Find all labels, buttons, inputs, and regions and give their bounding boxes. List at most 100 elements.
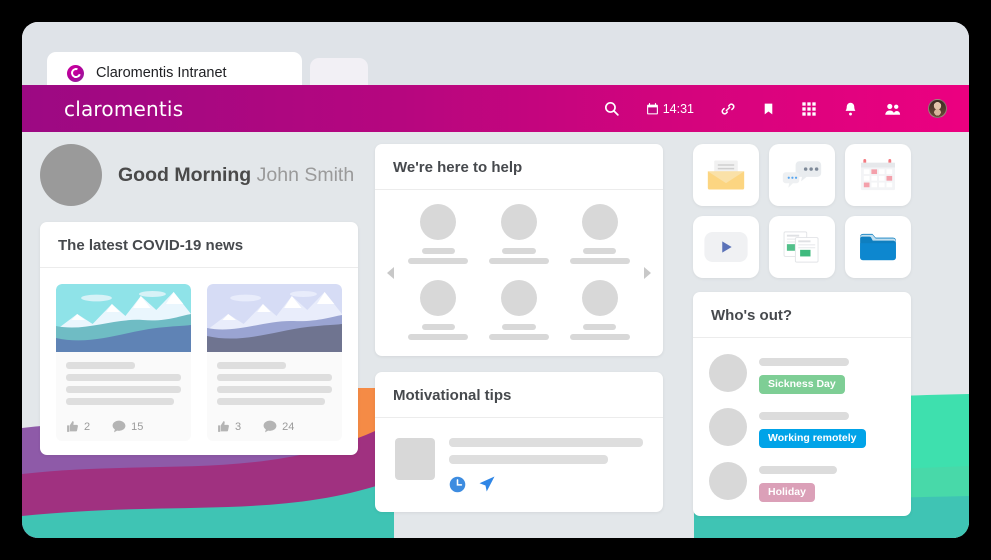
news-item-placeholder-text [207, 352, 342, 414]
help-person[interactable] [486, 204, 553, 264]
list-item[interactable]: Working remotely [709, 408, 895, 448]
chat-bubbles-icon [782, 161, 822, 188]
clock-icon[interactable] [449, 476, 466, 498]
help-card-title: We're here to help [375, 144, 663, 190]
status-badge: Sickness Day [759, 375, 845, 394]
help-person[interactable] [566, 204, 633, 264]
like-count: 3 [235, 420, 242, 433]
news-card-title: The latest COVID-19 news [40, 222, 358, 268]
avatar [709, 354, 747, 392]
help-card-body [375, 190, 663, 356]
news-thumbnail-mountain-cyan [56, 284, 191, 352]
navbar-time: 14:31 [662, 101, 694, 116]
news-item[interactable]: 2 15 [56, 284, 191, 441]
avatar [581, 280, 618, 316]
whos-out-detail: Working remotely [759, 408, 866, 448]
news-item[interactable]: 3 24 [207, 284, 342, 441]
avatar [581, 204, 618, 240]
news-card-body: 2 15 3 24 [40, 268, 358, 455]
link-icon[interactable] [720, 101, 736, 117]
tips-actions [449, 475, 643, 498]
notifications-bell-icon[interactable] [843, 101, 858, 117]
avatar [709, 408, 747, 446]
news-item-meta: 2 15 [56, 414, 191, 435]
help-person[interactable] [566, 280, 633, 340]
screenshot-stage: Claromentis Intranet claromentis 14:31 G… [0, 0, 991, 560]
intranet-page: Good Morning John Smith The latest COVID… [22, 132, 969, 538]
claromentis-c-icon [67, 64, 84, 82]
play-icon [704, 231, 748, 263]
app-tiles [693, 144, 911, 278]
tips-row [391, 434, 647, 498]
avatar [420, 280, 457, 316]
like-stat[interactable]: 3 [217, 420, 241, 433]
claromentis-logo[interactable]: claromentis [64, 97, 183, 121]
comment-stat[interactable]: 15 [112, 420, 143, 433]
whos-out-detail: Sickness Day [759, 354, 849, 394]
bookmark-icon[interactable] [762, 101, 775, 117]
right-column: Who's out? Sickness Day Working remotely… [693, 144, 911, 516]
greeting-salutation: Good Morning [118, 163, 252, 186]
carousel-next-arrow-icon[interactable] [644, 267, 651, 279]
comment-icon [112, 420, 126, 433]
avatar [709, 462, 747, 500]
folder-icon [860, 233, 896, 261]
calendar-tile[interactable] [845, 144, 911, 206]
tips-card-title: Motivational tips [375, 372, 663, 418]
list-item[interactable]: Sickness Day [709, 354, 895, 394]
greeting-avatar[interactable] [40, 144, 102, 206]
news-thumbnail-mountain-lavender [207, 284, 342, 352]
search-icon[interactable] [603, 100, 620, 117]
thumbs-up-icon [218, 421, 229, 432]
greeting-text: Good Morning John Smith [118, 164, 354, 187]
news-item-placeholder-text [56, 352, 191, 414]
video-tile[interactable] [693, 216, 759, 278]
help-person[interactable] [405, 280, 472, 340]
news-card: The latest COVID-19 news 2 15 3 24 [40, 222, 358, 455]
chat-tile[interactable] [769, 144, 835, 206]
files-tile[interactable] [845, 216, 911, 278]
navbar-icons: 14:31 [603, 99, 947, 118]
comment-stat[interactable]: 24 [263, 420, 294, 433]
middle-column: We're here to help Motivational tips [375, 144, 663, 512]
send-icon[interactable] [478, 475, 496, 498]
list-item[interactable]: Holiday [709, 462, 895, 502]
calendar-clock-icon[interactable]: 14:31 [646, 102, 694, 116]
news-grid: 2 15 3 24 [56, 284, 342, 441]
email-tile[interactable] [693, 144, 759, 206]
help-person[interactable] [405, 204, 472, 264]
calendar-icon [861, 158, 895, 191]
carousel-prev-arrow-icon[interactable] [387, 267, 394, 279]
user-avatar[interactable] [928, 99, 947, 118]
like-stat[interactable]: 2 [66, 420, 90, 433]
comment-icon [263, 420, 277, 433]
news-item-meta: 3 24 [207, 414, 342, 435]
app-navbar: claromentis 14:31 [22, 85, 969, 132]
help-card: We're here to help [375, 144, 663, 356]
whos-out-detail: Holiday [759, 462, 837, 502]
avatar [500, 280, 537, 316]
envelope-icon [707, 160, 745, 190]
documents-icon [783, 231, 819, 263]
status-badge: Holiday [759, 483, 815, 502]
comment-count: 15 [131, 420, 144, 433]
status-badge: Working remotely [759, 429, 866, 448]
help-people-grid [405, 204, 633, 340]
like-count: 2 [84, 420, 91, 433]
whos-out-title: Who's out? [693, 292, 911, 338]
help-person[interactable] [486, 280, 553, 340]
whos-out-card: Who's out? Sickness Day Working remotely… [693, 292, 911, 516]
avatar [420, 204, 457, 240]
apps-grid-icon[interactable] [801, 101, 817, 117]
tips-content [449, 438, 643, 498]
greeting-name: John Smith [256, 163, 355, 186]
browser-tab-title: Claromentis Intranet [96, 65, 227, 81]
spreadsheet-tile[interactable] [769, 216, 835, 278]
browser-window: Claromentis Intranet claromentis 14:31 G… [22, 22, 969, 538]
people-icon[interactable] [884, 102, 902, 116]
tips-card: Motivational tips [375, 372, 663, 512]
thumbs-up-icon [67, 421, 78, 432]
greeting: Good Morning John Smith [40, 144, 358, 206]
tips-thumbnail [395, 438, 435, 480]
tips-card-body [375, 418, 663, 512]
